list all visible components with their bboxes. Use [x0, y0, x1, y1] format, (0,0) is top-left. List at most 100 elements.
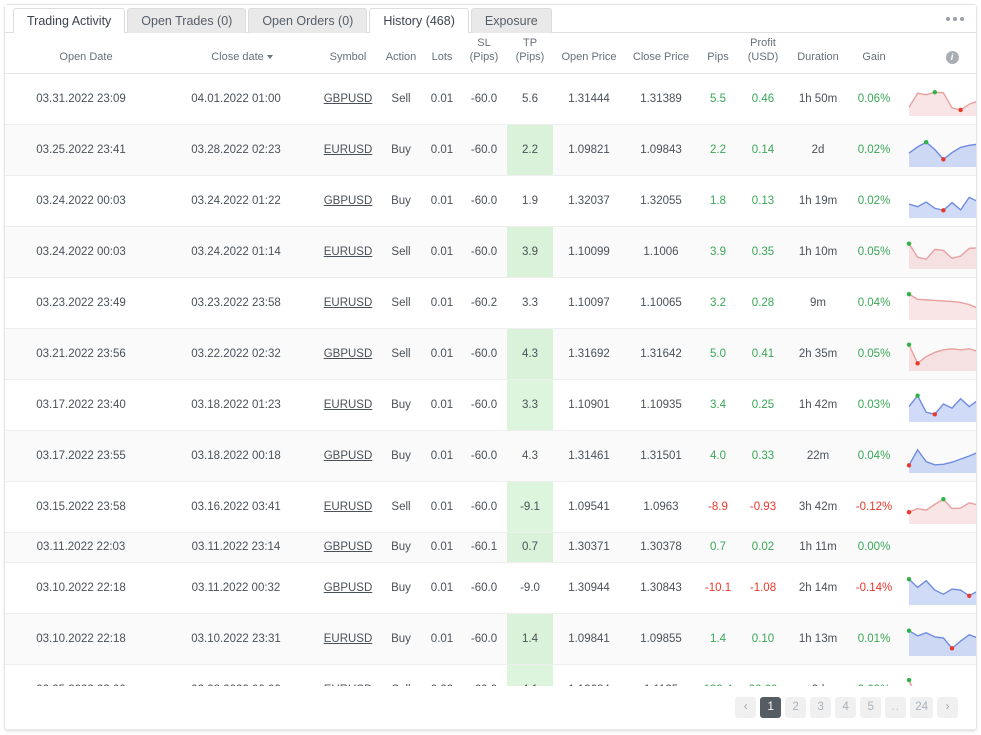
symbol-link[interactable]: GBPUSD — [324, 348, 373, 360]
more-options-icon[interactable] — [946, 17, 964, 21]
column-header-lots[interactable]: Lots — [423, 33, 461, 74]
column-header-chart[interactable]: i — [899, 33, 976, 74]
table-row[interactable]: 03.11.2022 22:03 03.11.2022 23:14 GBPUSD Bu… — [5, 532, 976, 563]
cell-tp-pips: 1.9 — [507, 175, 553, 227]
cell-profit-usd: 0.35 — [739, 226, 787, 278]
pagination-next[interactable]: › — [937, 697, 958, 718]
cell-profit-usd: 0.25 — [739, 379, 787, 431]
table-row[interactable]: 03.21.2022 23:56 03.22.2022 02:32 GBPUSD Se… — [5, 328, 976, 380]
pagination: ‹ 1 2 3 4 5.. 24 › — [5, 686, 976, 730]
kebab-dot — [946, 17, 950, 21]
column-header-action[interactable]: Action — [379, 33, 423, 74]
sparkline-high-dot — [906, 576, 912, 581]
cell-symbol: GBPUSD — [317, 175, 379, 227]
column-header-close-price[interactable]: Close Price — [625, 33, 697, 74]
cell-open-price: 1.32037 — [553, 175, 625, 227]
cell-pips: 1.4 — [697, 613, 739, 665]
cell-lots: 0.01 — [423, 532, 461, 563]
table-row[interactable]: 02.25.2022 23:0002.28.2022 00:02EURUSDSe… — [5, 664, 976, 686]
cell-symbol: EURUSD — [317, 226, 379, 278]
tab-exposure[interactable]: Exposure — [470, 8, 552, 33]
cell-tp-pips: 0.7 — [507, 532, 553, 563]
symbol-link[interactable]: GBPUSD — [324, 93, 373, 105]
table-row[interactable]: 03.17.2022 23:40 03.18.2022 01:23 EURUSD Bu… — [5, 379, 976, 431]
cell-duration: 2d — [787, 664, 849, 686]
cell-open-price: 1.31444 — [553, 73, 625, 125]
table-row[interactable]: 03.31.2022 23:09 04.01.2022 01:00 GBPUSD Se… — [5, 73, 976, 125]
cell-profit-usd: 0.33 — [739, 430, 787, 482]
cell-pips: 5.0 — [697, 328, 739, 380]
column-header-label: Action — [385, 50, 417, 63]
cell-close-date: 03.24.2022 01:14 — [167, 226, 317, 278]
pagination-prev[interactable]: ‹ — [735, 697, 757, 718]
cell-symbol: GBPUSD — [317, 430, 379, 482]
symbol-link[interactable]: EURUSD — [324, 297, 373, 309]
column-header-open-price[interactable]: Open Price — [553, 33, 625, 74]
cell-duration: 2h 35m — [787, 328, 849, 380]
pagination-page-4[interactable]: 4 — [835, 697, 857, 718]
cell-lots: 0.01 — [423, 226, 461, 278]
cell-profit-usd: -0.93 — [739, 481, 787, 533]
cell-profit-usd: 0.28 — [739, 277, 787, 329]
tab-trading-activity[interactable]: Trading Activity — [13, 8, 126, 34]
column-header-sl[interactable]: SL (Pips) — [461, 33, 507, 74]
cell-action: Sell — [379, 481, 423, 533]
history-table-container: Open Date Close date Symbol Action Lots SL (Pi… — [5, 33, 976, 686]
column-header-close-date[interactable]: Close date — [167, 33, 317, 74]
cell-sl-pips: -60.0 — [461, 328, 507, 380]
column-header-duration[interactable]: Duration — [787, 33, 849, 74]
column-header-line2: (Pips) — [469, 50, 499, 63]
column-header-gain[interactable]: Gain — [849, 33, 899, 74]
info-icon[interactable]: i — [945, 50, 959, 64]
cell-open-date: 03.10.2022 22:18 — [5, 613, 167, 665]
cell-open-date: 03.24.2022 00:03 — [5, 175, 167, 227]
symbol-link[interactable]: EURUSD — [324, 399, 373, 411]
table-row[interactable]: 03.25.2022 23:41 03.28.2022 02:23 EURUSD Bu… — [5, 124, 976, 176]
sparkline-low-dot — [949, 645, 955, 651]
cell-profit-usd: 0.13 — [739, 175, 787, 227]
table-row[interactable]: 03.15.2022 23:58 03.16.2022 03:41 EURUSD Se… — [5, 481, 976, 533]
table-row[interactable]: 03.24.2022 00:03 03.24.2022 01:22 GBPUSD Bu… — [5, 175, 976, 227]
column-header-open-date[interactable]: Open Date — [5, 33, 167, 74]
tab-open-orders-0[interactable]: Open Orders (0) — [248, 8, 368, 33]
symbol-link[interactable]: EURUSD — [324, 633, 373, 645]
cell-close-date: 03.23.2022 23:58 — [167, 277, 317, 329]
column-header-pips[interactable]: Pips — [697, 33, 739, 74]
sparkline-high-dot — [906, 240, 912, 246]
cell-tp-pips: 3.3 — [507, 277, 553, 329]
table-row[interactable]: 03.17.2022 23:55 03.18.2022 00:18 GBPUSD Bu… — [5, 430, 976, 482]
symbol-link[interactable]: GBPUSD — [324, 450, 373, 462]
symbol-link[interactable]: EURUSD — [324, 246, 373, 258]
column-header-symbol[interactable]: Symbol — [317, 33, 379, 74]
tab-history-468[interactable]: History (468) — [369, 8, 469, 34]
cell-open-price: 1.31461 — [553, 430, 625, 482]
cell-open-price: 1.09541 — [553, 481, 625, 533]
sparkline-chart — [906, 240, 976, 269]
symbol-link[interactable]: GBPUSD — [324, 541, 373, 553]
symbol-link[interactable]: EURUSD — [324, 501, 373, 513]
cell-open-price: 1.12684 — [553, 664, 625, 686]
pagination-page-2[interactable]: 2 — [785, 697, 807, 718]
pagination-page-3[interactable]: 3 — [810, 697, 832, 718]
cell-symbol: GBPUSD — [317, 328, 379, 380]
column-header-profit[interactable]: Profit (USD) — [739, 33, 787, 74]
column-header-tp[interactable]: TP (Pips) — [507, 33, 553, 74]
sort-desc-icon[interactable] — [266, 54, 273, 59]
table-row[interactable]: 03.23.2022 23:49 03.23.2022 23:58 EURUSD Se… — [5, 277, 976, 329]
symbol-link[interactable]: GBPUSD — [324, 582, 373, 594]
pagination-page-1[interactable]: 1 — [760, 697, 782, 718]
pagination-page-24[interactable]: 24 — [910, 697, 933, 718]
table-row[interactable]: 03.24.2022 00:03 03.24.2022 01:14 EURUSD Se… — [5, 226, 976, 278]
column-header-label: Gain — [862, 50, 886, 63]
symbol-link[interactable]: GBPUSD — [324, 195, 373, 207]
column-header-line2: (USD) — [747, 50, 779, 63]
table-row[interactable]: 03.10.2022 22:18 03.10.2022 23:31 EURUSD Bu… — [5, 613, 976, 665]
cell-sl-pips: -60.1 — [461, 532, 507, 563]
cell-close-date: 03.11.2022 00:32 — [167, 562, 317, 614]
cell-gain: 0.03% — [849, 379, 899, 431]
table-row[interactable]: 03.10.2022 22:18 03.11.2022 00:32 GBPUSD Bu… — [5, 562, 976, 614]
symbol-link[interactable]: EURUSD — [324, 144, 373, 156]
column-header-line1: TP — [522, 37, 538, 49]
pagination-page-5[interactable]: 5 — [860, 697, 882, 718]
tab-open-trades-0[interactable]: Open Trades (0) — [127, 8, 247, 33]
